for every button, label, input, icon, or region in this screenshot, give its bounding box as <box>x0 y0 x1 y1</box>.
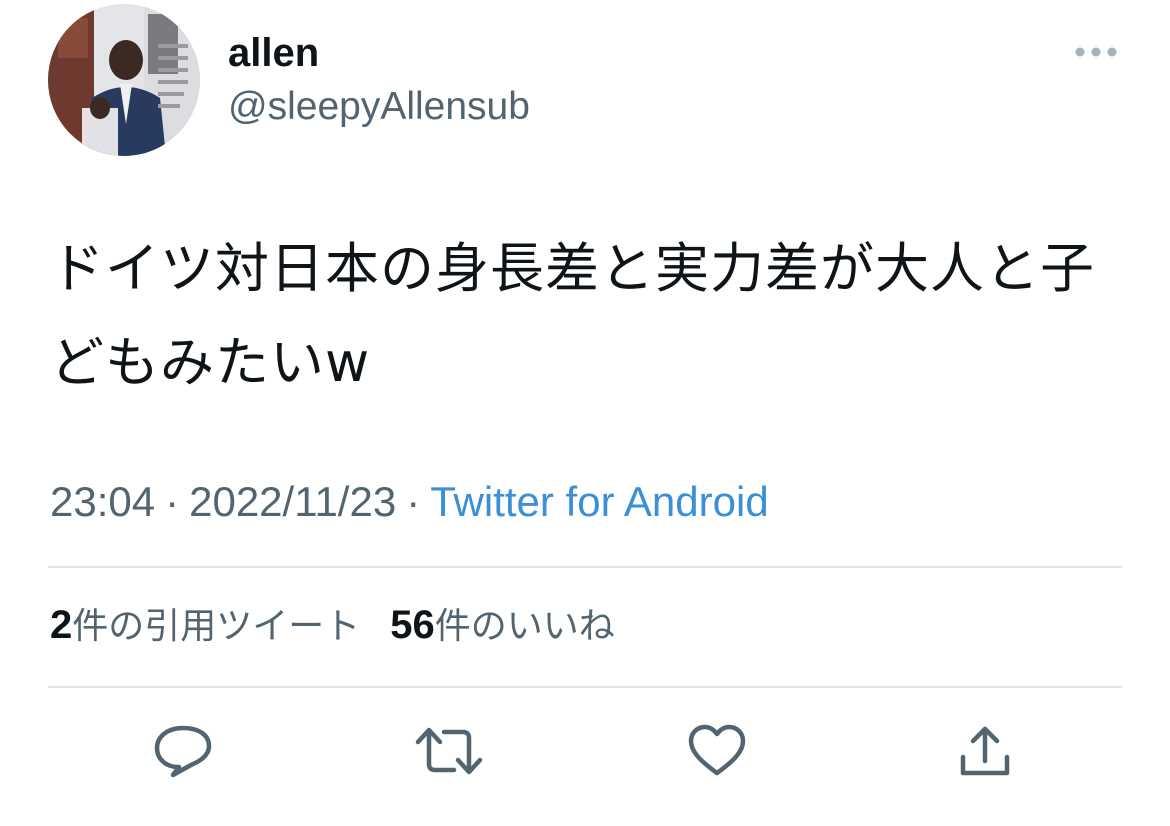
user-handle[interactable]: @sleepyAllensub <box>228 82 530 132</box>
tweet-date[interactable]: 2022/11/23 <box>189 478 396 525</box>
share-button[interactable] <box>950 720 1020 782</box>
share-icon <box>960 726 1010 776</box>
retweet-icon <box>415 727 483 775</box>
display-name[interactable]: allen <box>228 28 319 78</box>
quote-label: 件の引用ツイート <box>72 606 361 647</box>
divider <box>48 566 1122 568</box>
more-horizontal-icon[interactable] <box>1068 34 1124 70</box>
retweet-button[interactable] <box>414 720 484 782</box>
tweet-time[interactable]: 23:04 <box>50 478 155 525</box>
avatar-image <box>48 4 200 156</box>
engagement-stats: 2件の引用ツイート 56件のいいね <box>50 600 615 652</box>
reply-icon <box>154 725 212 778</box>
reply-button[interactable] <box>148 720 218 782</box>
tweet-source-link[interactable]: Twitter for Android <box>430 478 768 525</box>
divider <box>48 686 1122 688</box>
separator-dot: · <box>165 478 180 525</box>
likes-stat[interactable]: 56件のいいね <box>390 600 615 652</box>
tweet-metadata: 23:04 · 2022/11/23 · Twitter for Android <box>50 474 769 530</box>
like-count: 56 <box>390 603 435 647</box>
tweet-text: ドイツ対日本の身長差と実力差が大人と子どもみたいw <box>50 237 1095 394</box>
quote-count: 2 <box>50 603 73 647</box>
avatar[interactable] <box>48 4 200 156</box>
quote-tweets-stat[interactable]: 2件の引用ツイート <box>50 600 360 652</box>
like-label: 件のいいね <box>434 606 615 647</box>
separator-dot: · <box>406 478 421 525</box>
like-button[interactable] <box>682 720 752 782</box>
heart-icon <box>688 724 746 776</box>
